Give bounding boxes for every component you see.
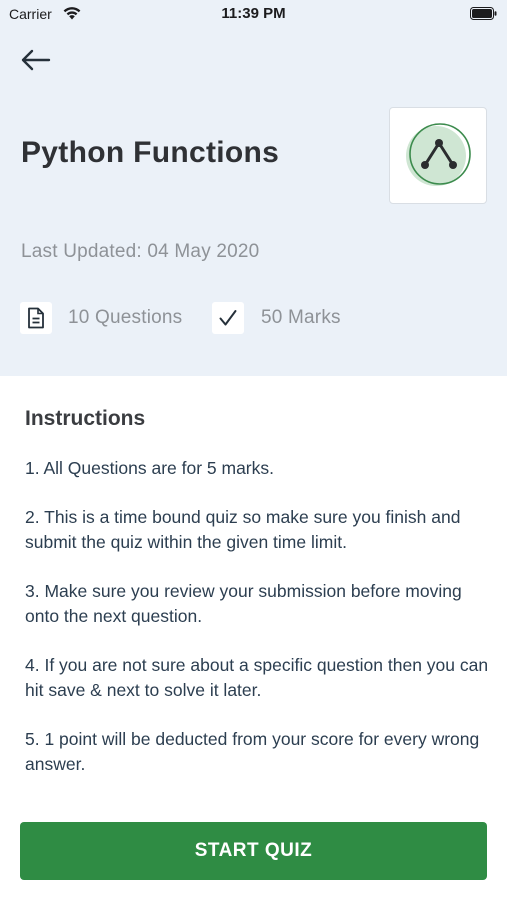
marks-total: 50 Marks [261, 307, 341, 328]
function-graph-icon [406, 122, 471, 186]
instruction-item: 3. Make sure you review your submission … [25, 581, 462, 626]
instruction-item: 1. All Questions are for 5 marks. [25, 458, 274, 478]
clock-time: 11:39 PM [221, 5, 286, 22]
instruction-item: 2. This is a time bound quiz so make sur… [25, 507, 461, 552]
quiz-stats: 10 Questions 50 Marks [20, 302, 420, 334]
last-updated-label: Last Updated: 04 May 2020 [21, 241, 260, 262]
questions-stat-icon-box [20, 302, 52, 334]
instruction-item: 4. If you are not sure about a specific … [25, 655, 489, 700]
back-button[interactable] [14, 42, 56, 78]
quiz-icon-card [389, 107, 487, 204]
start-quiz-button[interactable]: START QUIZ [20, 822, 487, 880]
quiz-header-panel: Carrier 11:39 PM Python Functions Last U… [0, 0, 507, 376]
document-icon [28, 307, 44, 329]
marks-stat-icon-box [212, 302, 244, 334]
status-bar: Carrier 11:39 PM [0, 0, 507, 28]
page-title: Python Functions [21, 136, 280, 169]
back-arrow-icon [21, 49, 51, 71]
questions-count: 10 Questions [68, 307, 183, 328]
checkmark-icon [219, 310, 237, 326]
instructions-title: Instructions [25, 407, 146, 430]
instructions-list: 1. All Questions are for 5 marks. 2. Thi… [25, 456, 495, 801]
instruction-item: 5. 1 point will be deducted from your sc… [25, 729, 480, 774]
battery-icon [470, 7, 497, 20]
